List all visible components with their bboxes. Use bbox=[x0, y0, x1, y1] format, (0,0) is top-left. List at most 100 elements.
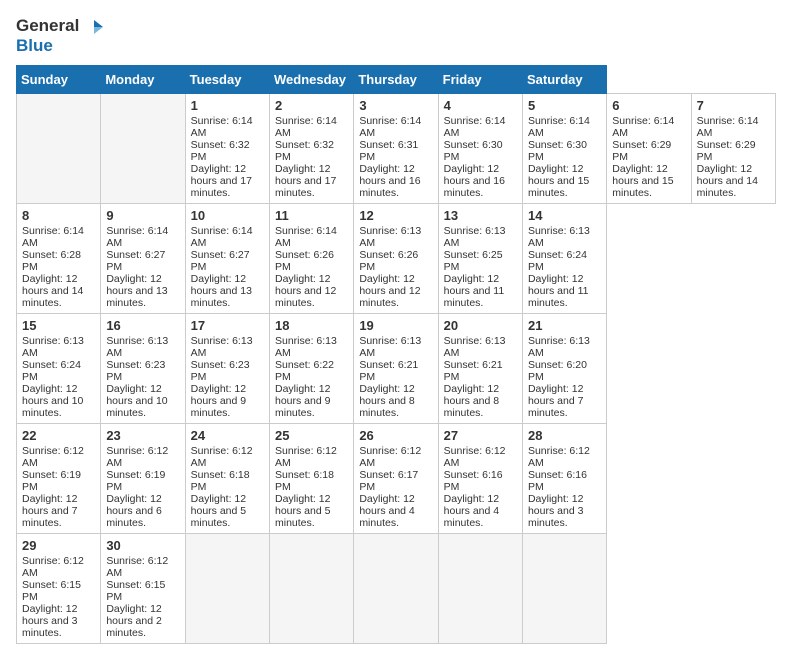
daylight-text: Daylight: 12 hours and 7 minutes. bbox=[22, 493, 77, 529]
calendar-cell bbox=[438, 534, 522, 644]
daylight-text: Daylight: 12 hours and 11 minutes. bbox=[528, 273, 589, 309]
day-number: 12 bbox=[359, 208, 432, 223]
calendar-week-row: 8Sunrise: 6:14 AMSunset: 6:28 PMDaylight… bbox=[17, 204, 776, 314]
calendar-week-row: 1Sunrise: 6:14 AMSunset: 6:32 PMDaylight… bbox=[17, 94, 776, 204]
sunrise-text: Sunrise: 6:12 AM bbox=[444, 445, 506, 469]
sunset-text: Sunset: 6:19 PM bbox=[22, 469, 81, 493]
sunset-text: Sunset: 6:21 PM bbox=[359, 359, 418, 383]
calendar-cell: 7Sunrise: 6:14 AMSunset: 6:29 PMDaylight… bbox=[691, 94, 775, 204]
calendar-cell: 25Sunrise: 6:12 AMSunset: 6:18 PMDayligh… bbox=[269, 424, 353, 534]
sunset-text: Sunset: 6:23 PM bbox=[191, 359, 250, 383]
calendar-cell: 5Sunrise: 6:14 AMSunset: 6:30 PMDaylight… bbox=[522, 94, 606, 204]
calendar-cell: 17Sunrise: 6:13 AMSunset: 6:23 PMDayligh… bbox=[185, 314, 269, 424]
sunrise-text: Sunrise: 6:14 AM bbox=[528, 115, 590, 139]
daylight-text: Daylight: 12 hours and 15 minutes. bbox=[528, 163, 589, 199]
sunset-text: Sunset: 6:27 PM bbox=[191, 249, 250, 273]
calendar-cell: 22Sunrise: 6:12 AMSunset: 6:19 PMDayligh… bbox=[17, 424, 101, 534]
daylight-text: Daylight: 12 hours and 15 minutes. bbox=[612, 163, 673, 199]
calendar-cell: 18Sunrise: 6:13 AMSunset: 6:22 PMDayligh… bbox=[269, 314, 353, 424]
sunrise-text: Sunrise: 6:14 AM bbox=[191, 115, 253, 139]
daylight-text: Daylight: 12 hours and 4 minutes. bbox=[359, 493, 414, 529]
sunset-text: Sunset: 6:24 PM bbox=[528, 249, 587, 273]
sunset-text: Sunset: 6:22 PM bbox=[275, 359, 334, 383]
calendar-cell: 24 Sunrise: 6:12 AMSunset: 6:18 PMDayligh… bbox=[185, 424, 269, 534]
calendar-cell: 15Sunrise: 6:13 AMSunset: 6:24 PMDayligh… bbox=[17, 314, 101, 424]
day-number: 25 bbox=[275, 428, 348, 443]
day-number: 18 bbox=[275, 318, 348, 333]
calendar-cell: 2 Sunrise: 6:14 AMSunset: 6:32 PMDaylight… bbox=[269, 94, 353, 204]
day-number: 11 bbox=[275, 208, 348, 223]
daylight-text: Daylight: 12 hours and 12 minutes. bbox=[359, 273, 420, 309]
logo: General Blue bbox=[16, 16, 103, 55]
daylight-text: Daylight: 12 hours and 5 minutes. bbox=[191, 493, 246, 529]
sunrise-text: Sunrise: 6:14 AM bbox=[359, 115, 421, 139]
day-number: 19 bbox=[359, 318, 432, 333]
day-number: 26 bbox=[359, 428, 432, 443]
day-number: 14 bbox=[528, 208, 601, 223]
day-number: 17 bbox=[191, 318, 264, 333]
calendar-cell: 20Sunrise: 6:13 AMSunset: 6:21 PMDayligh… bbox=[438, 314, 522, 424]
day-number: 8 bbox=[22, 208, 95, 223]
daylight-text: Daylight: 12 hours and 9 minutes. bbox=[275, 383, 330, 419]
day-number: 9 bbox=[106, 208, 179, 223]
calendar-cell: 26Sunrise: 6:12 AMSunset: 6:17 PMDayligh… bbox=[354, 424, 438, 534]
sunset-text: Sunset: 6:15 PM bbox=[22, 579, 81, 603]
sunrise-text: Sunrise: 6:12 AM bbox=[191, 445, 253, 469]
sunset-text: Sunset: 6:26 PM bbox=[275, 249, 334, 273]
sunrise-text: Sunrise: 6:13 AM bbox=[444, 335, 506, 359]
sunset-text: Sunset: 6:27 PM bbox=[106, 249, 165, 273]
daylight-text: Daylight: 12 hours and 17 minutes. bbox=[275, 163, 336, 199]
sunrise-text: Sunrise: 6:13 AM bbox=[359, 225, 421, 249]
sunrise-text: Sunrise: 6:14 AM bbox=[22, 225, 84, 249]
sunset-text: Sunset: 6:16 PM bbox=[528, 469, 587, 493]
sunset-text: Sunset: 6:32 PM bbox=[275, 139, 334, 163]
calendar-cell: 27Sunrise: 6:12 AMSunset: 6:16 PMDayligh… bbox=[438, 424, 522, 534]
day-number: 5 bbox=[528, 98, 601, 113]
calendar-cell: 21Sunrise: 6:13 AMSunset: 6:20 PMDayligh… bbox=[522, 314, 606, 424]
calendar-cell: 28Sunrise: 6:12 AMSunset: 6:16 PMDayligh… bbox=[522, 424, 606, 534]
day-number: 24 bbox=[191, 428, 264, 443]
sunrise-text: Sunrise: 6:14 AM bbox=[106, 225, 168, 249]
col-header-friday: Friday bbox=[438, 66, 522, 94]
daylight-text: Daylight: 12 hours and 3 minutes. bbox=[528, 493, 583, 529]
day-number: 21 bbox=[528, 318, 601, 333]
daylight-text: Daylight: 12 hours and 4 minutes. bbox=[444, 493, 499, 529]
calendar-cell: 30Sunrise: 6:12 AMSunset: 6:15 PMDayligh… bbox=[101, 534, 185, 644]
daylight-text: Daylight: 12 hours and 11 minutes. bbox=[444, 273, 505, 309]
calendar-cell: 29Sunrise: 6:12 AMSunset: 6:15 PMDayligh… bbox=[17, 534, 101, 644]
sunrise-text: Sunrise: 6:13 AM bbox=[528, 225, 590, 249]
day-number: 7 bbox=[697, 98, 770, 113]
calendar-week-row: 22Sunrise: 6:12 AMSunset: 6:19 PMDayligh… bbox=[17, 424, 776, 534]
sunrise-text: Sunrise: 6:14 AM bbox=[444, 115, 506, 139]
daylight-text: Daylight: 12 hours and 17 minutes. bbox=[191, 163, 252, 199]
daylight-text: Daylight: 12 hours and 9 minutes. bbox=[191, 383, 246, 419]
calendar-week-row: 15 Sunrise: 6:13 AM Sunset: 6:24 PM Dayligh… bbox=[17, 314, 776, 424]
calendar-cell: 14 Sunrise: 6:13 AMSunset: 6:24 PMDayligh… bbox=[522, 204, 606, 314]
sunset-text: Sunset: 6:24 PM bbox=[22, 359, 81, 383]
daylight-text: Daylight: 12 hours and 16 minutes. bbox=[444, 163, 505, 199]
sunset-text: Sunset: 6:16 PM bbox=[444, 469, 503, 493]
daylight-text: Daylight: 12 hours and 14 minutes. bbox=[697, 163, 758, 199]
day-number: 2 bbox=[275, 98, 348, 113]
calendar-cell: 3Sunrise: 6:14 AMSunset: 6:31 PMDaylight… bbox=[354, 94, 438, 204]
sunrise-text: Sunrise: 6:12 AM bbox=[106, 555, 168, 579]
sunrise-text: Sunrise: 6:13 AM bbox=[528, 335, 590, 359]
calendar-cell: 4Sunrise: 6:14 AMSunset: 6:30 PMDaylight… bbox=[438, 94, 522, 204]
col-header-thursday: Thursday bbox=[354, 66, 438, 94]
sunset-text: Sunset: 6:28 PM bbox=[22, 249, 81, 273]
col-header-tuesday: Tuesday bbox=[185, 66, 269, 94]
calendar-cell: 13Sunrise: 6:13 AMSunset: 6:25 PMDayligh… bbox=[438, 204, 522, 314]
sunrise-text: Sunrise: 6:13 AM bbox=[359, 335, 421, 359]
day-number: 15 bbox=[22, 318, 95, 333]
sunset-text: Sunset: 6:17 PM bbox=[359, 469, 418, 493]
calendar-cell bbox=[269, 534, 353, 644]
sunset-text: Sunset: 6:18 PM bbox=[191, 469, 250, 493]
daylight-text: Daylight: 12 hours and 16 minutes. bbox=[359, 163, 420, 199]
sunrise-text: Sunrise: 6:14 AM bbox=[697, 115, 759, 139]
daylight-text: Daylight: 12 hours and 7 minutes. bbox=[528, 383, 583, 419]
calendar-table: SundayMondayTuesdayWednesdayThursdayFrid… bbox=[16, 65, 776, 644]
sunrise-text: Sunrise: 6:14 AM bbox=[275, 115, 337, 139]
sunset-text: Sunset: 6:25 PM bbox=[444, 249, 503, 273]
daylight-text: Daylight: 12 hours and 6 minutes. bbox=[106, 493, 161, 529]
sunrise-text: Sunrise: 6:14 AM bbox=[275, 225, 337, 249]
